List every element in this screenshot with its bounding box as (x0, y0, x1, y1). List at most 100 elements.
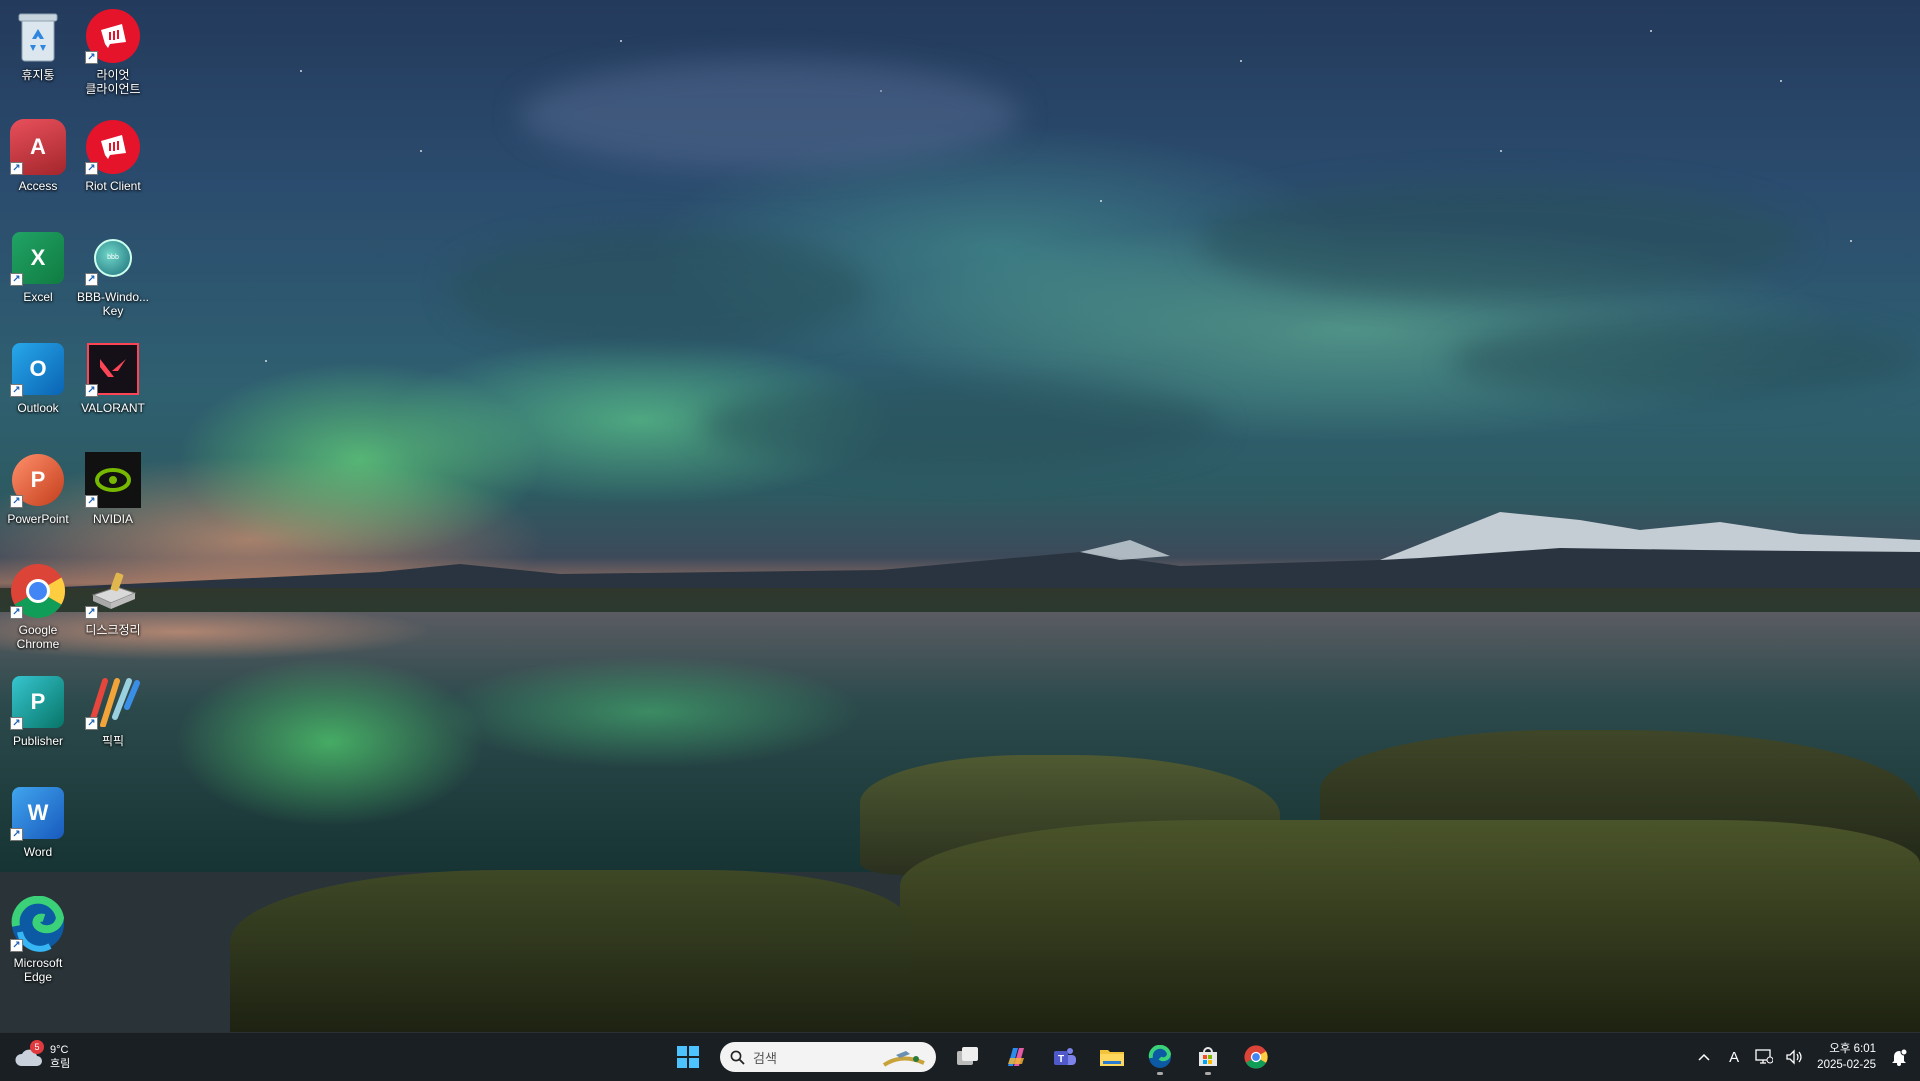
desktop-icon-label: 픽픽 (101, 734, 125, 748)
recycle-bin-icon (8, 6, 68, 66)
picpick-icon: ↗ (83, 672, 143, 732)
chrome-icon: ↗ (8, 561, 68, 621)
desktop-icon-word[interactable]: W ↗ Word (0, 783, 76, 859)
disk-cleanup-icon: ↗ (83, 561, 143, 621)
desktop-icon-label: Outlook (17, 401, 59, 415)
shortcut-arrow-icon: ↗ (10, 495, 23, 508)
start-button[interactable] (668, 1037, 708, 1077)
desktop-icon-google-chrome[interactable]: ↗ Google Chrome (0, 561, 76, 651)
taskbar-center: 검색 T (668, 1037, 1276, 1077)
desktop-icon-label: Microsoft Edge (13, 956, 63, 984)
store-icon (1199, 1047, 1217, 1066)
weather-badge: 5 (30, 1040, 44, 1054)
notification-bell-icon (1892, 1048, 1907, 1066)
task-view-button[interactable] (948, 1037, 988, 1077)
volume-button[interactable] (1781, 1042, 1807, 1072)
desktop-icon-bbb-windows-key[interactable]: bbb ↗ BBB-Windo... Key (75, 228, 151, 318)
riot-client-icon: ↗ (83, 117, 143, 177)
shortcut-arrow-icon: ↗ (10, 717, 23, 730)
desktop-icon-powerpoint[interactable]: P ↗ PowerPoint (0, 450, 76, 526)
shortcut-arrow-icon: ↗ (85, 384, 98, 397)
svg-text:T: T (1058, 1054, 1064, 1065)
desktop-icon-publisher[interactable]: P ↗ Publisher (0, 672, 76, 748)
shortcut-arrow-icon: ↗ (85, 606, 98, 619)
chevron-up-icon (1698, 1053, 1710, 1061)
task-view-icon (957, 1047, 978, 1065)
desktop-icon-outlook[interactable]: O ↗ Outlook (0, 339, 76, 415)
desktop-icon-label: PowerPoint (7, 512, 69, 526)
shortcut-arrow-icon: ↗ (10, 273, 23, 286)
desktop-wallpaper (0, 0, 1920, 1032)
file-explorer-button[interactable] (1092, 1037, 1132, 1077)
shortcut-arrow-icon: ↗ (85, 51, 98, 64)
weather-temperature: 9°C (50, 1044, 69, 1056)
shortcut-arrow-icon: ↗ (10, 162, 23, 175)
desktop-icon-label: Word (23, 845, 53, 859)
clock-button[interactable]: 오후 6:01 2025-02-25 (1811, 1041, 1882, 1073)
desktop-icon-excel[interactable]: X ↗ Excel (0, 228, 76, 304)
teams-button[interactable]: T (1044, 1037, 1084, 1077)
desktop-icon-riot-client-kr[interactable]: ↗ 라이엇 클라이언트 (75, 6, 151, 96)
store-button[interactable] (1188, 1037, 1228, 1077)
weather-condition: 흐림 (50, 1058, 71, 1070)
access-icon: A ↗ (8, 117, 68, 177)
desktop-icon-riot-client[interactable]: ↗ Riot Client (75, 117, 151, 193)
show-hidden-icons-button[interactable] (1691, 1042, 1717, 1072)
shortcut-arrow-icon: ↗ (10, 384, 23, 397)
desktop-icon-valorant[interactable]: ↗ VALORANT (75, 339, 151, 415)
running-indicator (1205, 1072, 1211, 1075)
publisher-icon: P ↗ (8, 672, 68, 732)
desktop-icon-label: VALORANT (81, 401, 145, 415)
desktop-icon-label: Publisher (12, 734, 64, 748)
desktop-icon-access[interactable]: A ↗ Access (0, 117, 76, 193)
desktop-icon-label: Access (18, 179, 58, 193)
valorant-icon: ↗ (83, 339, 143, 399)
desktop-icon-nvidia[interactable]: ↗ NVIDIA (75, 450, 151, 526)
search-placeholder: 검색 (753, 1050, 777, 1066)
riot-client-icon: ↗ (83, 6, 143, 66)
chrome-taskbar-button[interactable] (1236, 1037, 1276, 1077)
chrome-icon (1244, 1045, 1268, 1069)
shortcut-arrow-icon: ↗ (85, 717, 98, 730)
weather-widget[interactable]: 5 9°C 흐림 (14, 1037, 70, 1077)
desktop-icon-label: Riot Client (85, 179, 141, 193)
desktop-icon-label: 라이엇 클라이언트 (85, 68, 141, 96)
word-icon: W ↗ (8, 783, 68, 843)
running-indicator (1157, 1072, 1163, 1075)
desktop-icon-label: Google Chrome (16, 623, 60, 651)
clock-time: 오후 6:01 (1829, 1043, 1876, 1055)
excel-icon: X ↗ (8, 228, 68, 288)
speaker-icon (1786, 1049, 1802, 1065)
network-icon (1755, 1049, 1774, 1064)
shortcut-arrow-icon: ↗ (10, 939, 23, 952)
windows-logo-icon (677, 1046, 699, 1068)
desktop-icon-label: NVIDIA (92, 512, 133, 526)
system-tray: A 오후 6:01 2025-02-25 (1691, 1037, 1920, 1077)
search-icon (730, 1050, 745, 1065)
taskbar-search-box[interactable]: 검색 (720, 1042, 936, 1072)
notifications-button[interactable] (1886, 1042, 1912, 1072)
copilot-button[interactable] (996, 1037, 1036, 1077)
shortcut-arrow-icon: ↗ (85, 273, 98, 286)
desktop-icon-label: BBB-Windo... Key (76, 290, 150, 318)
powerpoint-icon: P ↗ (8, 450, 68, 510)
edge-taskbar-button[interactable] (1140, 1037, 1180, 1077)
shortcut-arrow-icon: ↗ (85, 495, 98, 508)
desktop-icon-label: 휴지통 (21, 68, 55, 82)
shortcut-arrow-icon: ↗ (85, 162, 98, 175)
edge-icon (1148, 1045, 1172, 1068)
copilot-icon (1008, 1048, 1024, 1066)
desktop-icon-disk-cleanup[interactable]: ↗ 디스크정리 (75, 561, 151, 637)
desktop-icon-label: Excel (23, 290, 53, 304)
desktop-icon-microsoft-edge[interactable]: ↗ Microsoft Edge (0, 894, 76, 984)
nvidia-icon: ↗ (83, 450, 143, 510)
input-method-indicator[interactable]: A (1721, 1042, 1747, 1072)
folder-icon (1100, 1050, 1124, 1066)
teams-icon: T (1054, 1048, 1076, 1065)
taskbar: 5 9°C 흐림 검색 T A 오후 6:01 2025-02-25 (0, 1032, 1920, 1081)
desktop-icon-recycle-bin[interactable]: 휴지통 (0, 6, 76, 82)
cloudy-weather-icon: 5 (14, 1040, 44, 1070)
desktop-icon-picpick[interactable]: ↗ 픽픽 (75, 672, 151, 748)
shortcut-arrow-icon: ↗ (10, 828, 23, 841)
network-button[interactable] (1751, 1042, 1777, 1072)
